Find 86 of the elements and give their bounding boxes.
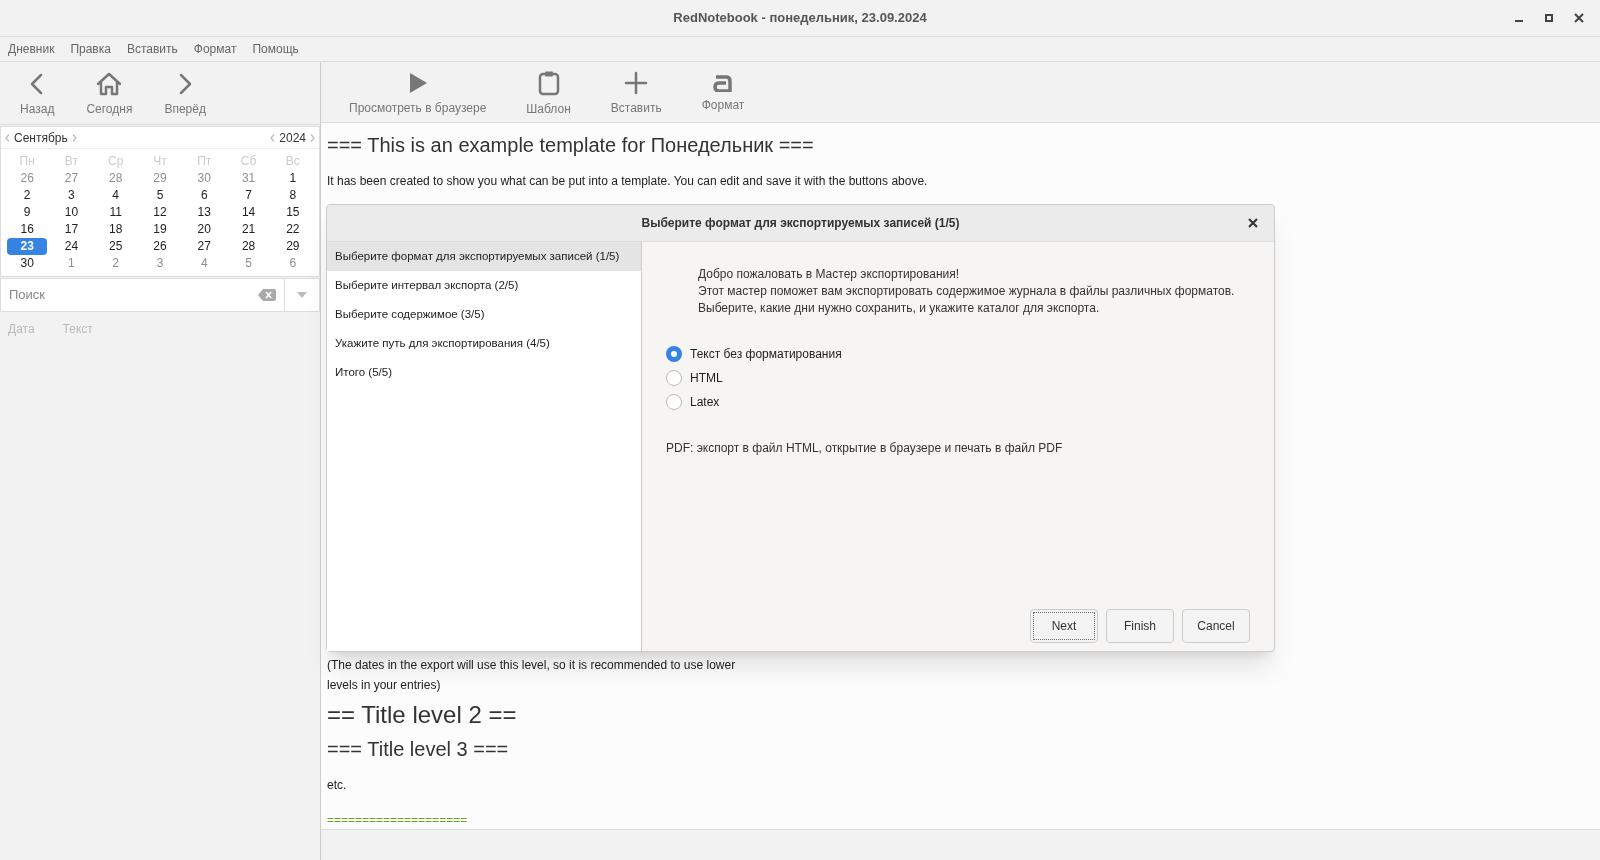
menu-item[interactable]: Вставить	[126, 40, 178, 58]
toolbar-button[interactable]: Сегодня	[74, 64, 145, 122]
home-icon	[96, 72, 123, 96]
note-text: PDF: экспорт в файл HTML, открытие в браузере и печать в файл PDF	[666, 440, 1064, 457]
calendar-day[interactable]: 22	[272, 221, 313, 238]
next-year-icon[interactable]	[310, 133, 315, 142]
calendar-day[interactable]: 27	[184, 238, 225, 255]
plus-icon	[624, 71, 649, 95]
calendar-day[interactable]: 29	[272, 238, 313, 255]
calendar-day[interactable]: 11	[95, 204, 136, 221]
radio-label: HTML	[690, 370, 723, 387]
paragraph-text: etc.	[327, 777, 348, 794]
month-label: Сентябрь	[14, 129, 68, 147]
next-month-icon[interactable]	[71, 133, 77, 142]
letter-a-icon	[713, 74, 733, 92]
calendar-day[interactable]: 24	[51, 238, 92, 255]
toolbar-button[interactable]: Вперёд	[152, 64, 218, 122]
intro-text: Добро пожаловать в Мастер экспортирования!	[698, 266, 961, 283]
calendar-day[interactable]: 12	[139, 204, 181, 221]
toolbar-button[interactable]: Просмотреть в браузере	[337, 63, 499, 121]
toolbar-button[interactable]: Формат	[689, 66, 757, 118]
calendar-day[interactable]: 15	[272, 204, 313, 221]
calendar-day[interactable]: 25	[95, 238, 136, 255]
calendar-day[interactable]: 5	[139, 187, 181, 204]
paragraph-text: (The dates in the export will use this level, so it is recommended to use lower levels in your entries)	[327, 657, 737, 694]
intro-text: Выберите, какие дни нужно сохранить, и укажите каталог для экспорта.	[698, 300, 1101, 317]
calendar-day[interactable]: 9	[7, 204, 48, 221]
calendar-day[interactable]: 1	[272, 170, 313, 187]
calendar-day[interactable]: 2	[7, 187, 48, 204]
calendar-day[interactable]: 14	[228, 204, 269, 221]
calendar-day[interactable]: 17	[51, 221, 92, 238]
clipboard-icon	[537, 70, 560, 96]
close-icon[interactable]	[1248, 218, 1258, 228]
close-icon[interactable]	[1574, 13, 1584, 23]
calendar-day[interactable]: 16	[7, 221, 48, 238]
search-bar[interactable]: Поиск	[0, 278, 320, 312]
calendar-day[interactable]: 3	[51, 187, 92, 204]
calendar-day[interactable]: 20	[184, 221, 225, 238]
calendar-day[interactable]: 13	[184, 204, 225, 221]
radio-button[interactable]	[666, 346, 682, 362]
maximize-icon[interactable]	[1544, 13, 1554, 23]
radio-label: Текст без форматирования	[690, 346, 842, 363]
calendar-day[interactable]: 28	[228, 238, 269, 255]
intro-text: Этот мастер поможет вам экспортировать содержимое журнала в файлы различных форматов.	[698, 283, 1236, 300]
calendar-day[interactable]: 21	[228, 221, 269, 238]
caret-icon	[297, 292, 307, 298]
calendar-day[interactable]: 19	[139, 221, 181, 238]
search-field[interactable]: Поиск	[1, 279, 258, 311]
clear-icon[interactable]	[258, 289, 276, 301]
calendar-day[interactable]: 26	[139, 238, 181, 255]
calendar-day[interactable]: 23	[7, 238, 48, 255]
step-item[interactable]: Выберите интервал экспорта (2/5)	[327, 271, 641, 300]
heading-text: === Title level 3 ===	[327, 737, 510, 762]
calendar-day[interactable]: 30	[7, 255, 48, 272]
dialog-button[interactable]: Cancel	[1182, 609, 1250, 643]
calendar-day[interactable]: 6	[184, 187, 225, 204]
toolbar-button[interactable]: Вставить	[598, 63, 674, 121]
previous-year-icon[interactable]	[270, 133, 276, 142]
year-label: 2024	[279, 129, 306, 147]
radio-label: Latex	[690, 394, 720, 411]
radio-button[interactable]	[666, 394, 682, 410]
menu-item[interactable]: Дневник	[8, 40, 55, 58]
dialog-title: Выберите формат для экспортируемых записей (1/5)	[641, 215, 960, 232]
calendar-day[interactable]: 7	[228, 187, 269, 204]
menu-item[interactable]: Помощь	[252, 40, 299, 58]
heading-text: === This is an example template for Понедельник ===	[327, 133, 815, 158]
calendar-day[interactable]: 10	[51, 204, 92, 221]
dialog-button[interactable]: Finish	[1106, 609, 1174, 643]
window-title: RedNotebook - понедельник, 23.09.2024	[673, 9, 927, 28]
dialog-button[interactable]: Next	[1030, 609, 1098, 643]
previous-month-icon[interactable]	[5, 133, 10, 142]
calendar-day[interactable]: 8	[272, 187, 313, 204]
heading-text: == Title level 2 ==	[327, 700, 518, 730]
step-item[interactable]: Выберите содержимое (3/5)	[327, 300, 641, 329]
toolbar-button[interactable]: Назад	[8, 64, 67, 122]
paragraph-text: It has been created to show you what can be put into a template. You can edit and save it with the buttons above.	[327, 173, 929, 190]
calendar-day[interactable]: 4	[95, 187, 136, 204]
rule-markup-text: ====================	[327, 812, 469, 829]
menu-item[interactable]: Правка	[70, 40, 111, 58]
step-item[interactable]: Укажите путь для экспортирования (4/5)	[327, 329, 641, 358]
radio-button[interactable]	[666, 370, 682, 386]
step-item[interactable]: Итого (5/5)	[327, 358, 641, 387]
calendar-day[interactable]: 18	[95, 221, 136, 238]
toolbar-button[interactable]: Шаблон	[514, 62, 583, 122]
menu-item[interactable]: Формат	[193, 40, 237, 58]
step-item[interactable]: Выберите формат для экспортируемых записей (1/5)	[327, 242, 641, 271]
